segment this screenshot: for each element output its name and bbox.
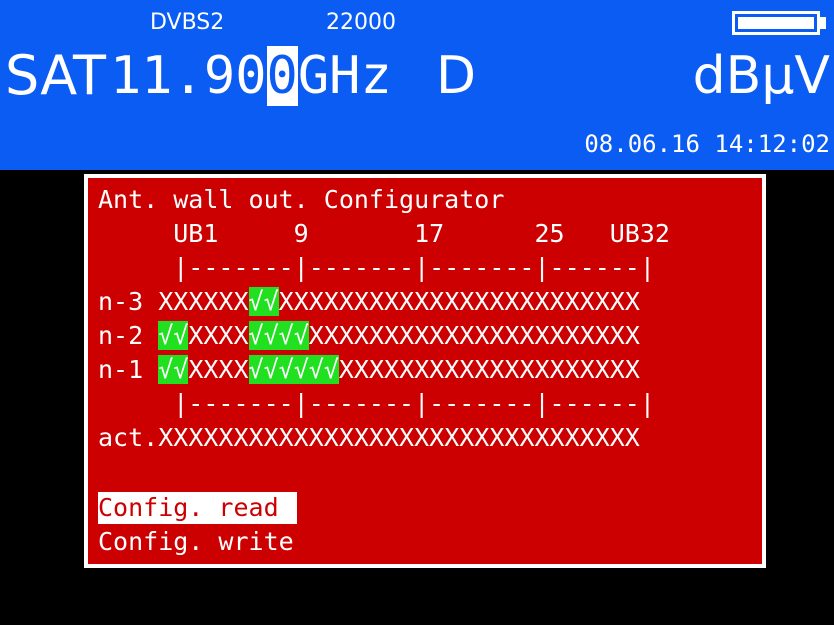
battery-tip <box>820 17 826 29</box>
row-act: act.XXXXXXXXXXXXXXXXXXXXXXXXXXXXXXXX <box>98 422 640 454</box>
symbol-rate-label: 22000 <box>326 10 396 35</box>
slot-ruler-bottom: |-------|-------|-------|------| <box>98 389 655 418</box>
band-label: SAT <box>5 44 107 107</box>
status-header: DVBS2 22000 SAT 11.900GHz D dBµV 08.06.1… <box>0 0 834 170</box>
battery-icon <box>732 11 820 35</box>
row-n-2: n-2 √√XXXX√√√√XXXXXXXXXXXXXXXXXXXXXX <box>98 320 640 352</box>
row-slots-active: √√ <box>248 287 279 316</box>
row-slots-inactive: XXXXXXXXXXXXXXXXXXXXXXXXXXXXXXXX <box>158 423 640 452</box>
row-slots-inactive: XXXXXX <box>158 287 249 316</box>
row-slots-inactive: XXXX <box>188 355 249 384</box>
row-slots-active: √√√√ <box>248 321 309 350</box>
row-n-1: n-1 √√XXXX√√√√√√XXXXXXXXXXXXXXXXXXXX <box>98 354 640 386</box>
slot-ruler-top: |-------|-------|-------|------| <box>98 253 655 282</box>
row-label: n-2 <box>98 321 159 350</box>
row-slots-active: √√ <box>158 321 189 350</box>
row-slots-inactive: XXXX <box>188 321 249 350</box>
config-read-menu-item[interactable]: Config. read <box>98 492 297 524</box>
frequency-field[interactable]: 11.900GHz <box>110 44 392 108</box>
row-label: n-1 <box>98 355 159 384</box>
modulation-label: DVBS2 <box>150 10 225 35</box>
row-label: act. <box>98 423 159 452</box>
frequency-digits: 11.90 <box>110 46 267 106</box>
row-slots-active: √√√√√√ <box>248 355 339 384</box>
configurator-panel: Ant. wall out. Configurator UB1 9 17 25 … <box>84 174 766 568</box>
polarization-label: D <box>436 46 477 106</box>
panel-title: Ant. wall out. Configurator <box>98 185 505 214</box>
config-write-menu-item[interactable]: Config. write <box>98 526 294 558</box>
slot-column-header: UB1 9 17 25 UB32 <box>98 219 670 248</box>
row-slots-inactive: XXXXXXXXXXXXXXXXXXXXXX <box>308 321 640 350</box>
datetime-label: 08.06.16 14:12:02 <box>584 130 830 158</box>
row-n-3: n-3 XXXXXX√√XXXXXXXXXXXXXXXXXXXXXXXX <box>98 286 640 318</box>
frequency-cursor-digit[interactable]: 0 <box>266 46 298 106</box>
row-slots-inactive: XXXXXXXXXXXXXXXXXXXXXXXX <box>278 287 640 316</box>
frequency-unit: GHz <box>297 46 392 106</box>
row-label: n-3 <box>98 287 159 316</box>
level-unit-label: dBµV <box>692 46 830 106</box>
row-slots-inactive: XXXXXXXXXXXXXXXXXXXX <box>338 355 640 384</box>
row-slots-active: √√ <box>158 355 189 384</box>
